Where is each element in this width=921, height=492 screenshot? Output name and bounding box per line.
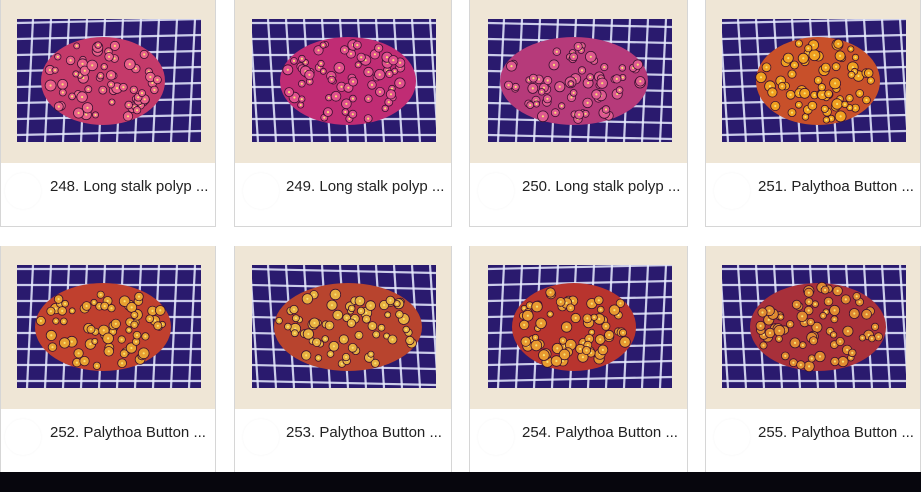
- card-caption: 252. Palythoa Button ...: [1, 409, 215, 472]
- gallery-card[interactable]: 250. Long stalk polyp ...: [469, 0, 688, 227]
- coral-photo[interactable]: [17, 265, 201, 388]
- coral-photo[interactable]: [252, 265, 436, 388]
- coral-photo[interactable]: [722, 19, 906, 142]
- avatar: [243, 419, 279, 455]
- coral-photo[interactable]: [488, 19, 672, 142]
- card-caption: 250. Long stalk polyp ...: [470, 163, 687, 226]
- gallery-card[interactable]: 253. Palythoa Button ...: [234, 246, 452, 473]
- card-thumbnail-area: [470, 246, 687, 409]
- gallery-card[interactable]: 248. Long stalk polyp ...: [0, 0, 216, 227]
- avatar: [5, 173, 41, 209]
- avatar: [478, 173, 514, 209]
- card-thumbnail-area: [470, 0, 687, 163]
- avatar: [478, 419, 514, 455]
- card-thumbnail-area: [706, 0, 920, 163]
- card-caption: 253. Palythoa Button ...: [235, 409, 451, 472]
- card-thumbnail-area: [1, 246, 215, 409]
- card-title[interactable]: 254. Palythoa Button ...: [522, 424, 681, 441]
- avatar: [243, 173, 279, 209]
- card-thumbnail-area: [706, 246, 920, 409]
- card-title[interactable]: 248. Long stalk polyp ...: [50, 178, 209, 195]
- bottom-bar: [0, 472, 921, 492]
- gallery-card[interactable]: 254. Palythoa Button ...: [469, 246, 688, 473]
- card-caption: 249. Long stalk polyp ...: [235, 163, 451, 226]
- card-thumbnail-area: [235, 246, 451, 409]
- card-title[interactable]: 253. Palythoa Button ...: [286, 424, 445, 441]
- coral-photo[interactable]: [722, 265, 906, 388]
- card-thumbnail-area: [235, 0, 451, 163]
- gallery-card[interactable]: 249. Long stalk polyp ...: [234, 0, 452, 227]
- card-caption: 255. Palythoa Button ...: [706, 409, 920, 472]
- card-caption: 254. Palythoa Button ...: [470, 409, 687, 472]
- card-caption: 248. Long stalk polyp ...: [1, 163, 215, 226]
- card-title[interactable]: 255. Palythoa Button ...: [758, 424, 914, 441]
- avatar: [714, 419, 750, 455]
- card-title[interactable]: 250. Long stalk polyp ...: [522, 178, 681, 195]
- gallery-card[interactable]: 252. Palythoa Button ...: [0, 246, 216, 473]
- card-caption: 251. Palythoa Button ...: [706, 163, 920, 226]
- coral-photo[interactable]: [17, 19, 201, 142]
- coral-gallery-grid: 248. Long stalk polyp ... 249. Long stalk…: [0, 0, 921, 473]
- coral-photo[interactable]: [488, 265, 672, 388]
- card-title[interactable]: 251. Palythoa Button ...: [758, 178, 914, 195]
- avatar: [714, 173, 750, 209]
- coral-photo[interactable]: [252, 19, 436, 142]
- avatar: [5, 419, 41, 455]
- gallery-card[interactable]: 251. Palythoa Button ...: [705, 0, 921, 227]
- card-title[interactable]: 249. Long stalk polyp ...: [286, 178, 445, 195]
- card-title[interactable]: 252. Palythoa Button ...: [50, 424, 209, 441]
- gallery-card[interactable]: 255. Palythoa Button ...: [705, 246, 921, 473]
- card-thumbnail-area: [1, 0, 215, 163]
